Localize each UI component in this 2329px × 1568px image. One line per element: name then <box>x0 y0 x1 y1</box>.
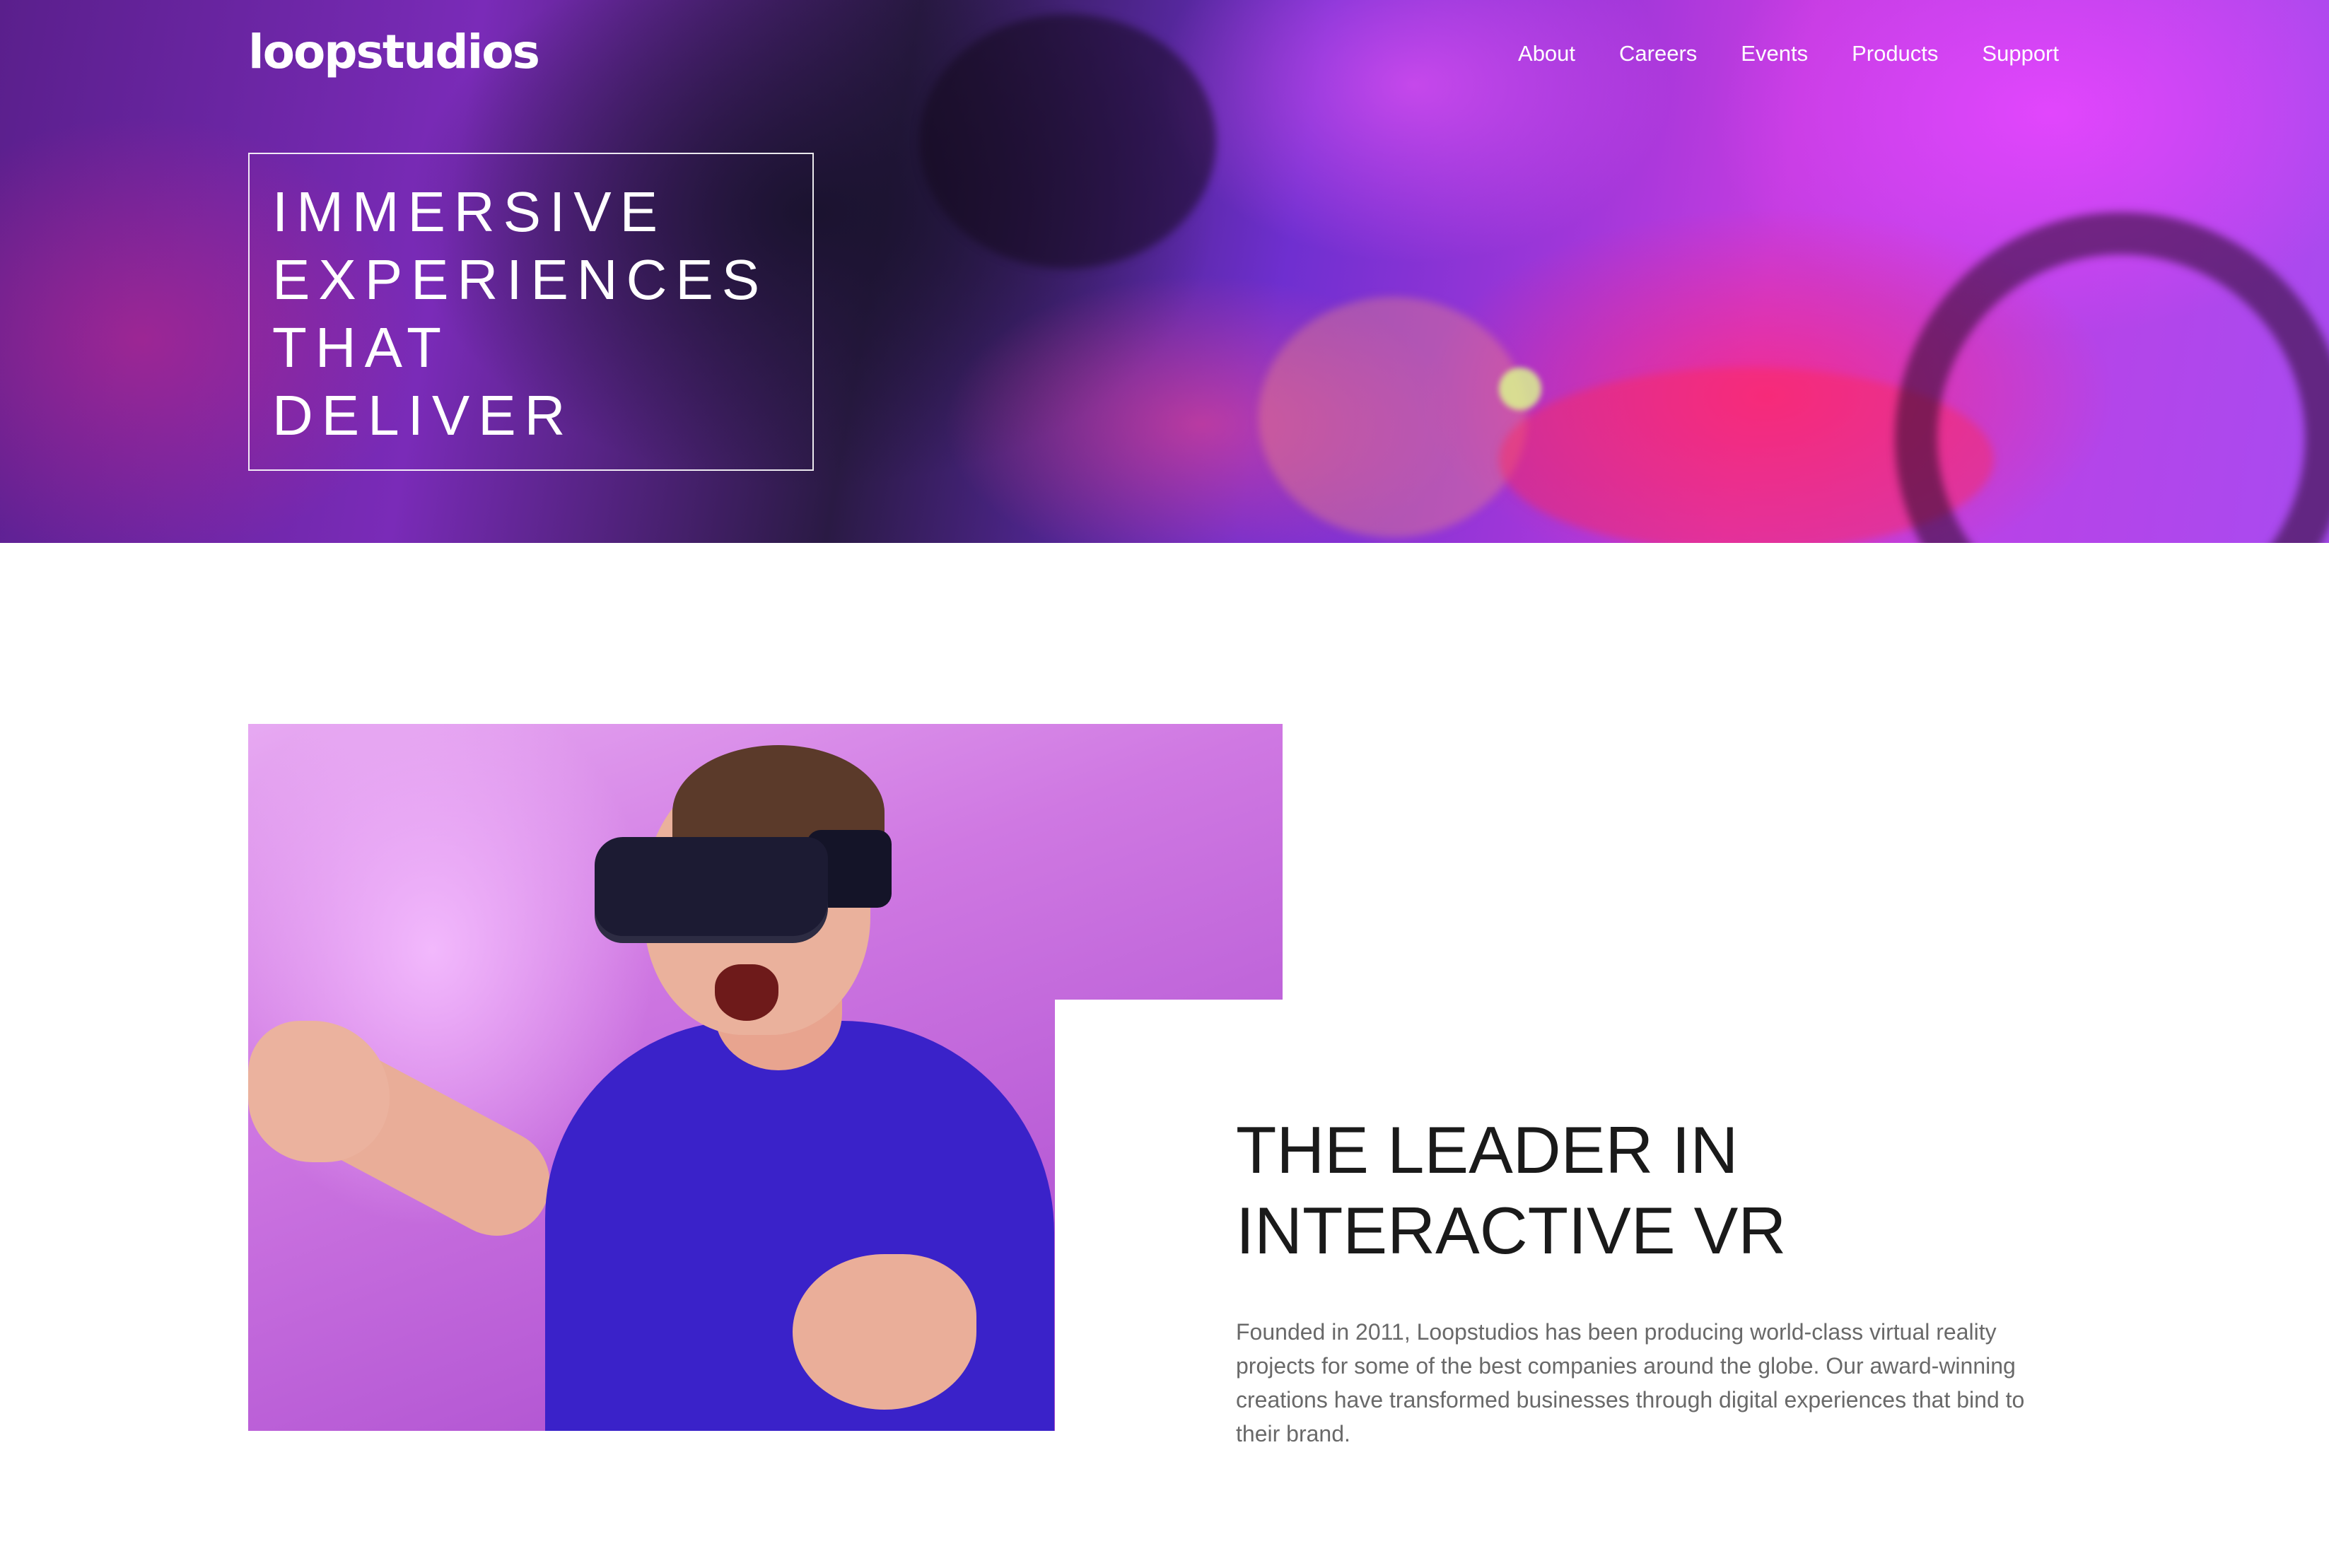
vr-headset <box>595 837 828 943</box>
hero-section: loopstudios About Careers Events Product… <box>0 0 2329 543</box>
nav-link-careers[interactable]: Careers <box>1619 37 1697 71</box>
logo[interactable]: loopstudios <box>248 24 540 81</box>
hero-photo-shape <box>1895 212 2329 543</box>
hero-title-box: IMMERSIVE EXPERIENCES THAT DELIVER <box>248 153 814 471</box>
main-nav: About Careers Events Products Support <box>1518 37 2059 71</box>
nav-link-products[interactable]: Products <box>1852 37 1938 71</box>
nav-link-about[interactable]: About <box>1518 37 1575 71</box>
hero-title-line: THAT <box>272 316 450 379</box>
hero-title-line: DELIVER <box>272 384 574 447</box>
person-hand <box>248 1021 390 1162</box>
intro-text-block: THE LEADER IN INTERACTIVE VR Founded in … <box>1236 1110 2056 1451</box>
hero-title-line: IMMERSIVE <box>272 180 666 243</box>
person-mouth <box>715 964 778 1021</box>
intro-heading: THE LEADER IN INTERACTIVE VR <box>1236 1110 2056 1271</box>
hero-title-line: EXPERIENCES <box>272 248 769 311</box>
nav-link-events[interactable]: Events <box>1741 37 1808 71</box>
hero-photo-shape <box>1499 368 1541 410</box>
nav-link-support[interactable]: Support <box>1982 37 2059 71</box>
person-hand <box>793 1254 976 1410</box>
hero-photo-shape <box>1259 297 1527 537</box>
intro-heading-line: THE LEADER IN <box>1236 1113 1739 1187</box>
intro-heading-line: INTERACTIVE VR <box>1236 1193 1787 1268</box>
intro-body: Founded in 2011, Loopstudios has been pr… <box>1236 1319 2025 1446</box>
person-shirt <box>545 1021 1054 1431</box>
hero-title: IMMERSIVE EXPERIENCES THAT DELIVER <box>272 178 812 450</box>
hero-photo-shape <box>919 14 1216 269</box>
